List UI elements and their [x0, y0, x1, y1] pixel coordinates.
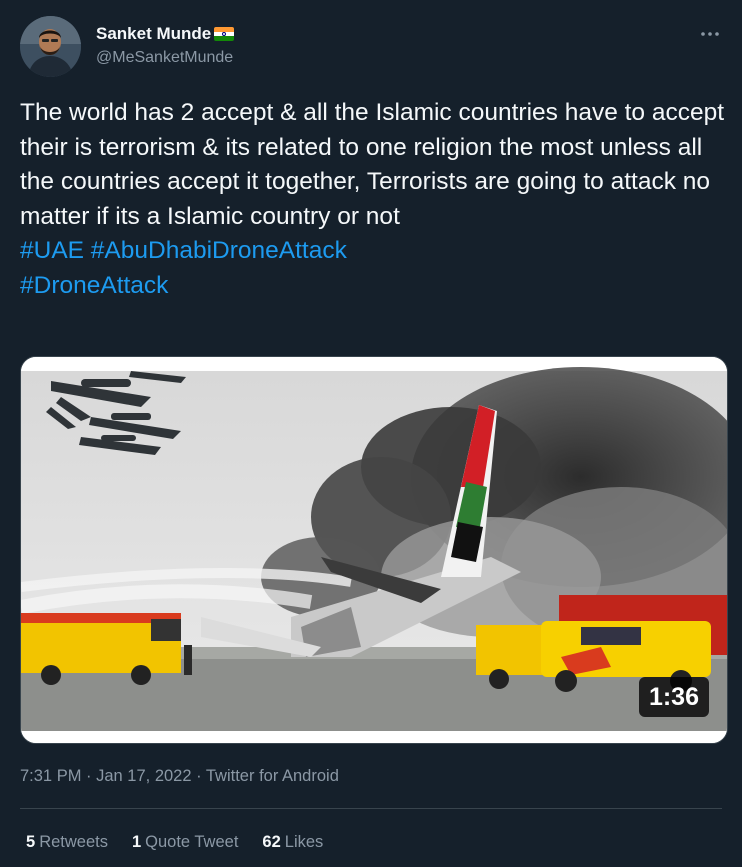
divider	[20, 808, 722, 809]
author-names: Sanket Munde @MeSanketMunde	[96, 24, 235, 68]
likes-stat[interactable]: 62 Likes	[262, 832, 323, 852]
tweet-text: The world has 2 accept & all the Islamic…	[20, 96, 732, 303]
hashtags-line-1[interactable]: #UAE #AbuDhabiDroneAttack	[20, 234, 732, 269]
likes-label: Likes	[284, 833, 324, 851]
author-display-name[interactable]: Sanket Munde	[96, 24, 235, 44]
quotes-label: Quote Tweet	[145, 833, 239, 851]
retweets-label: Retweets	[39, 833, 108, 851]
video-thumbnail	[21, 357, 727, 743]
quote-tweets-stat[interactable]: 1 Quote Tweet	[132, 832, 238, 852]
author-display-name-text: Sanket Munde	[96, 24, 212, 43]
tweet-header: Sanket Munde @MeSanketMunde	[20, 14, 722, 78]
hashtags-line-2[interactable]: #DroneAttack	[20, 269, 732, 304]
avatar-image	[20, 16, 81, 77]
video-duration-badge: 1:36	[638, 677, 709, 717]
quotes-count: 1	[131, 833, 142, 851]
retweets-count: 5	[26, 833, 36, 851]
more-icon[interactable]	[698, 24, 722, 44]
tweet-timestamp[interactable]: 7:31 PM · Jan 17, 2022 · Twitter for And…	[20, 766, 339, 786]
avatar[interactable]	[20, 16, 81, 77]
retweets-stat[interactable]: 5 Retweets	[26, 832, 108, 852]
likes-count: 62	[262, 833, 281, 851]
tweet: Sanket Munde @MeSanketMunde The world ha…	[0, 0, 742, 867]
tweet-stats: 5 Retweets 1 Quote Tweet 62 Likes	[26, 832, 347, 852]
video-player[interactable]: 1:36	[20, 356, 728, 744]
author-handle[interactable]: @MeSanketMunde	[96, 48, 234, 68]
tweet-text-body: The world has 2 accept & all the Islamic…	[20, 99, 725, 230]
india-flag-icon	[214, 27, 235, 41]
